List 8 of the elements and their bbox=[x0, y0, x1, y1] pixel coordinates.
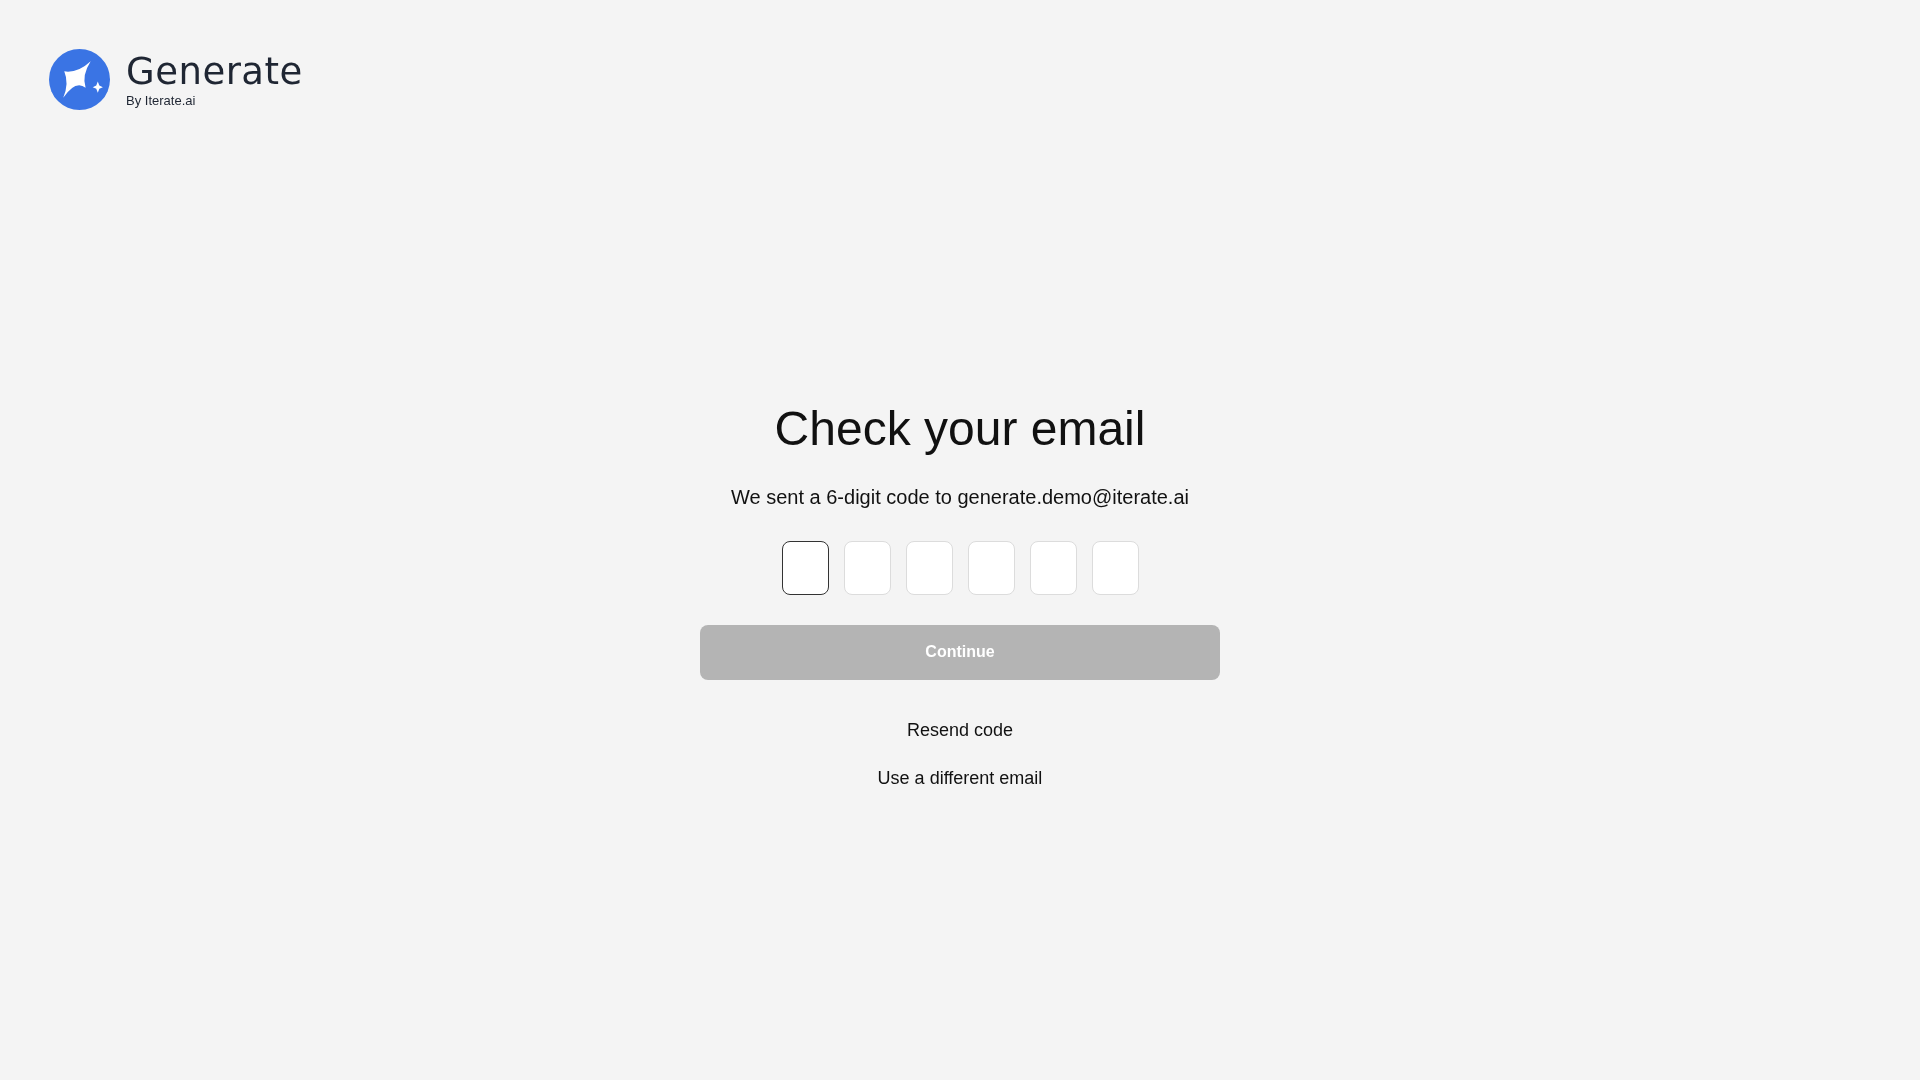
page-title: Check your email bbox=[774, 401, 1146, 457]
brand-tagline: By Iterate.ai bbox=[126, 93, 197, 108]
logo-icon bbox=[49, 49, 110, 110]
text-link[interactable]: Resend code bbox=[906, 719, 1014, 741]
brand-name: Generate bbox=[126, 51, 303, 93]
text-link[interactable]: Use a different email bbox=[877, 767, 1043, 789]
code-digit-field[interactable] bbox=[781, 540, 829, 595]
message-text: We sent a 6-digit code to generate.demo@iterate.ai bbox=[731, 485, 1189, 509]
